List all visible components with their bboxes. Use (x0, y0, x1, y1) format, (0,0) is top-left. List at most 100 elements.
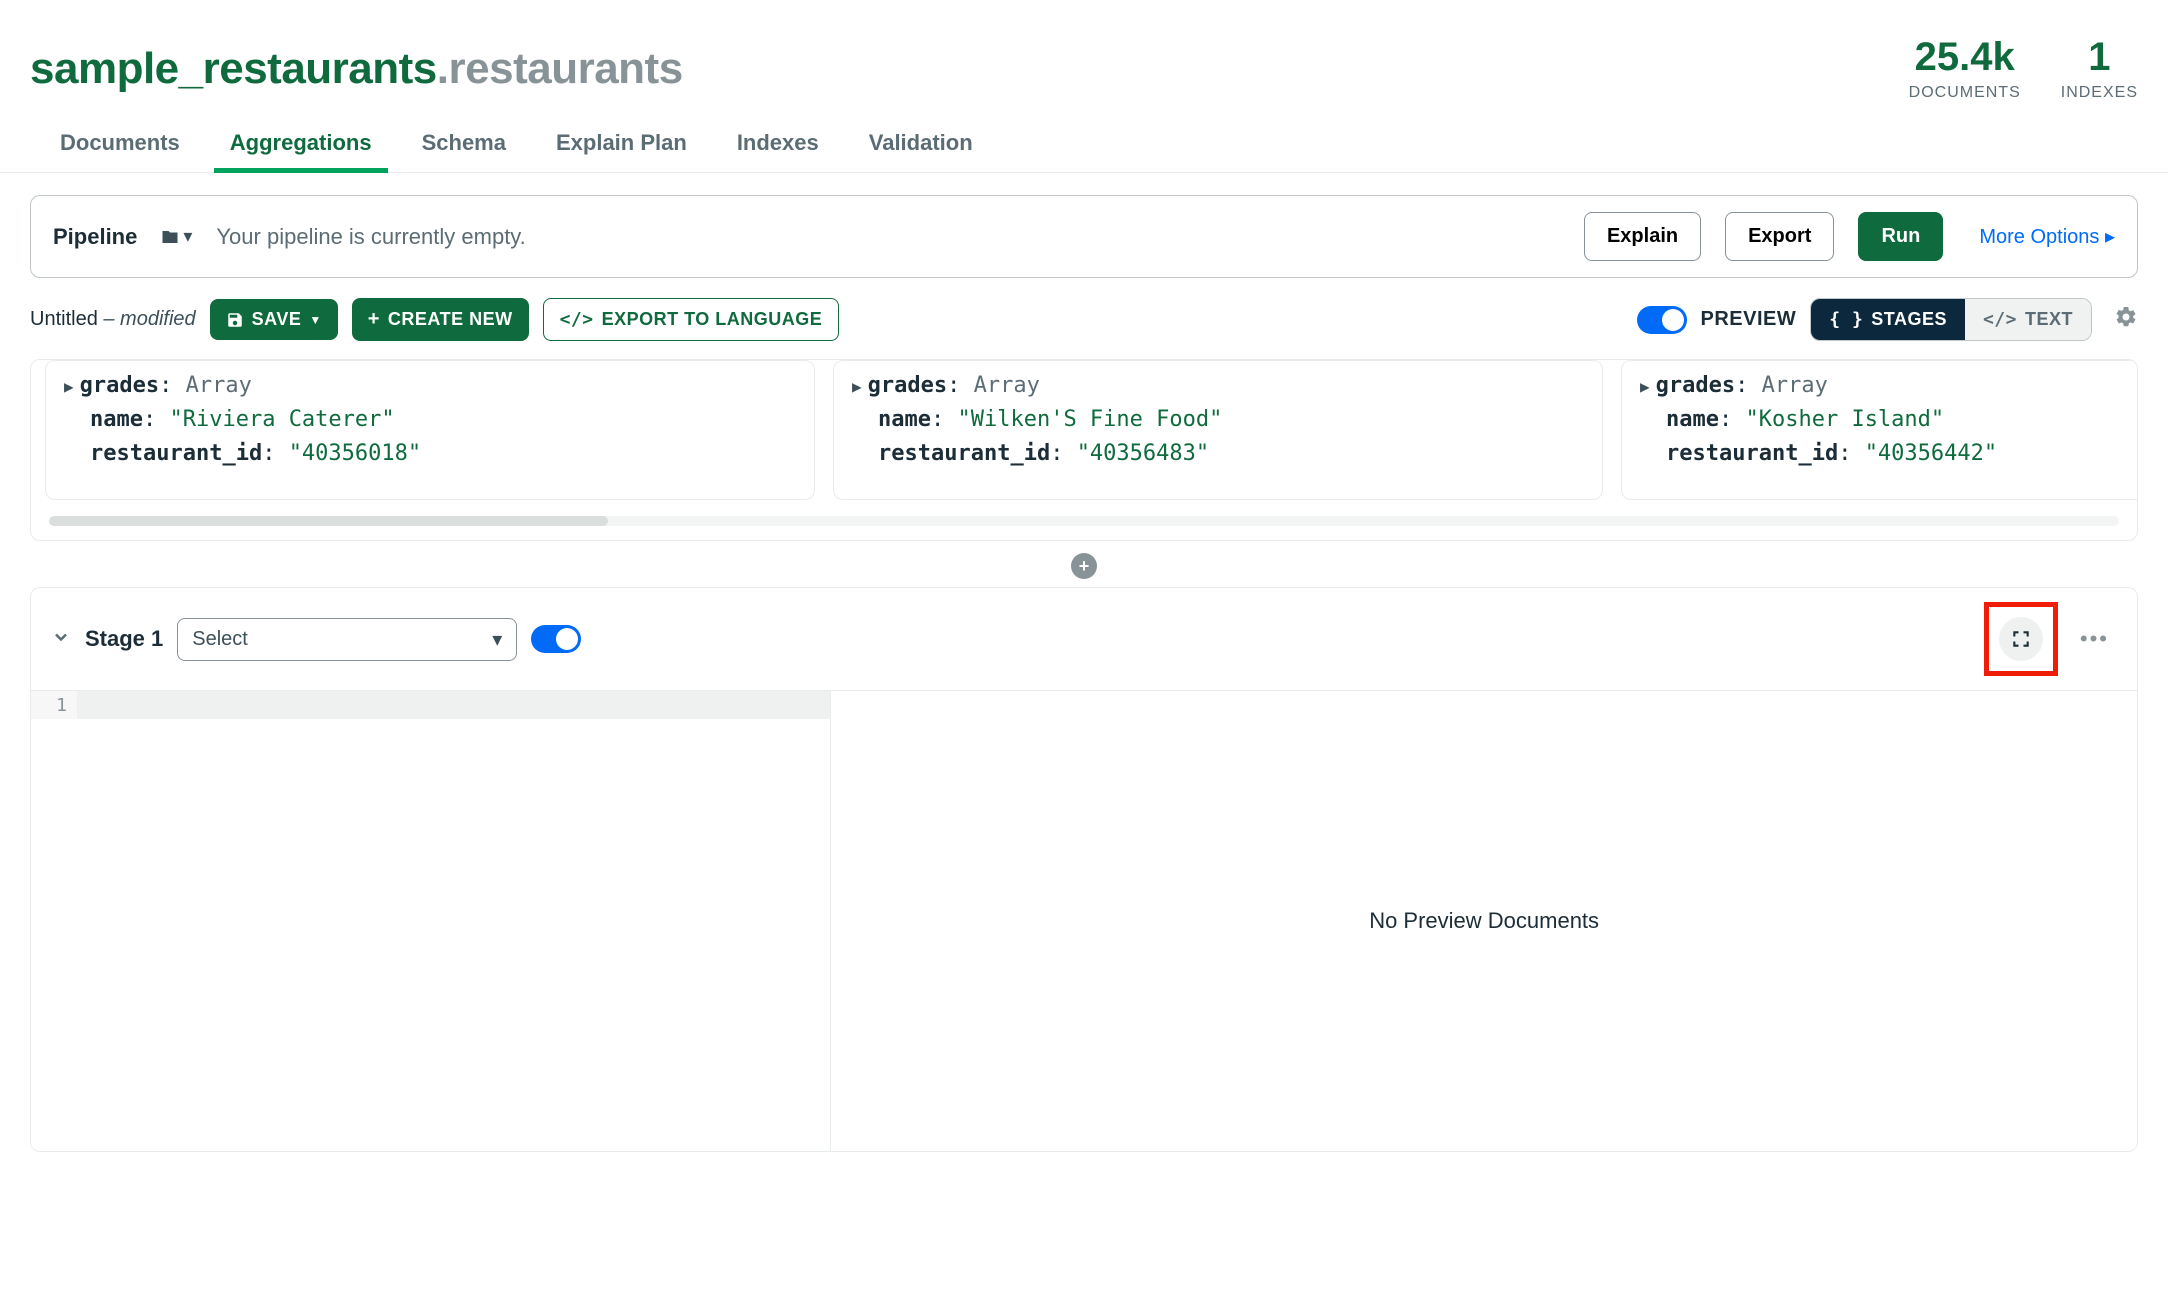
caret-right-icon: ▸ (2105, 226, 2115, 248)
save-label: SAVE (252, 309, 302, 330)
code-icon: </> (1983, 309, 2017, 330)
horizontal-scrollbar[interactable] (49, 516, 2119, 526)
view-mode-text-label: TEXT (2025, 309, 2073, 330)
field-type: Array (186, 373, 252, 398)
expand-icon[interactable]: ▶ (1640, 377, 1650, 396)
preview-cards-row: ▶grades: Array name: "Riviera Caterer" r… (31, 360, 2137, 512)
header: sample_restaurants.restaurants 25.4k DOC… (0, 0, 2168, 102)
stat-documents: 25.4k DOCUMENTS (1909, 35, 2021, 102)
tab-indexes[interactable]: Indexes (737, 130, 819, 172)
field-value: "40356483" (1077, 441, 1209, 466)
code-icon: </> (560, 309, 594, 330)
fullscreen-icon (2011, 629, 2031, 649)
field-key: grades (868, 373, 947, 398)
add-stage-row: + (0, 541, 2168, 587)
save-button[interactable]: SAVE ▼ (210, 299, 338, 340)
preview-doc-card: ▶grades: Array name: "Riviera Caterer" r… (45, 360, 815, 500)
tab-aggregations[interactable]: Aggregations (230, 130, 372, 172)
caret-down-icon: ▾ (492, 627, 502, 652)
pipeline-bar: Pipeline ▾ Your pipeline is currently em… (30, 195, 2138, 278)
field-key: restaurant_id (878, 441, 1050, 466)
plus-icon: + (368, 308, 380, 331)
view-mode-stages[interactable]: { } STAGES (1811, 299, 1965, 340)
stage-enabled-toggle[interactable] (531, 625, 581, 653)
stage-title: Stage 1 (85, 626, 163, 652)
editor-current-line (77, 691, 830, 719)
stage-more-menu[interactable]: ••• (2072, 626, 2117, 652)
field-key: name (1666, 407, 1719, 432)
save-icon (226, 311, 244, 329)
tab-validation[interactable]: Validation (869, 130, 973, 172)
field-value: "Wilken'S Fine Food" (957, 407, 1222, 432)
chevron-down-icon (51, 627, 71, 647)
line-number: 1 (31, 691, 77, 719)
field-key: name (878, 407, 931, 432)
field-key: name (90, 407, 143, 432)
aggregation-toolbar: Untitled – modified SAVE ▼ + CREATE NEW … (0, 278, 2168, 359)
stage-panel: Stage 1 Select ▾ ••• 1 (30, 587, 2138, 1152)
caret-down-icon: ▼ (309, 313, 321, 327)
preview-toggle[interactable] (1637, 306, 1687, 334)
settings-button[interactable] (2114, 305, 2138, 335)
stat-documents-label: DOCUMENTS (1909, 84, 2021, 102)
collection-stats: 25.4k DOCUMENTS 1 INDEXES (1909, 35, 2138, 102)
collection-name: restaurants (449, 44, 683, 93)
namespace-separator: . (437, 44, 449, 93)
stage-preview-pane: No Preview Documents (831, 691, 2137, 1151)
field-value: "Riviera Caterer" (169, 407, 394, 432)
view-mode-text[interactable]: </> TEXT (1965, 299, 2091, 340)
pipeline-name: Untitled – modified (30, 308, 196, 331)
field-type: Array (1762, 373, 1828, 398)
field-type: Array (974, 373, 1040, 398)
preview-doc-card: ▶grades: Array name: "Kosher Island" res… (1621, 360, 2138, 500)
collapse-stage-button[interactable] (51, 627, 71, 652)
expand-stage-button[interactable] (1999, 617, 2043, 661)
field-key: restaurant_id (90, 441, 262, 466)
tab-explain-plan[interactable]: Explain Plan (556, 130, 687, 172)
gear-icon (2114, 305, 2138, 329)
pipeline-label: Pipeline (53, 224, 137, 250)
stat-indexes: 1 INDEXES (2061, 35, 2138, 102)
create-new-label: CREATE NEW (388, 309, 513, 330)
preview-toggle-label: PREVIEW (1701, 308, 1797, 331)
more-options-label: More Options (1979, 226, 2099, 248)
namespace-title: sample_restaurants.restaurants (30, 44, 683, 94)
scrollbar-thumb[interactable] (49, 516, 608, 526)
explain-button[interactable]: Explain (1584, 212, 1701, 261)
view-mode-segmented: { } STAGES </> TEXT (1810, 298, 2092, 341)
view-mode-stages-label: STAGES (1871, 309, 1947, 330)
field-value: "40356018" (289, 441, 421, 466)
expand-icon[interactable]: ▶ (64, 377, 74, 396)
pipeline-modified: – modified (98, 308, 196, 330)
tab-schema[interactable]: Schema (422, 130, 506, 172)
create-new-button[interactable]: + CREATE NEW (352, 298, 529, 341)
preview-doc-card: ▶grades: Array name: "Wilken'S Fine Food… (833, 360, 1603, 500)
stat-indexes-value: 1 (2061, 35, 2138, 80)
pipeline-open-menu[interactable]: ▾ (161, 226, 192, 247)
pipeline-name-text: Untitled (30, 308, 98, 330)
field-value: "40356442" (1865, 441, 1997, 466)
stat-documents-value: 25.4k (1909, 35, 2021, 80)
more-options-link[interactable]: More Options ▸ (1967, 224, 2115, 249)
stat-indexes-label: INDEXES (2061, 84, 2138, 102)
pipeline-empty-text: Your pipeline is currently empty. (216, 224, 525, 250)
stage-header: Stage 1 Select ▾ ••• (31, 588, 2137, 691)
stage-editor[interactable]: 1 (31, 691, 831, 1151)
field-key: grades (80, 373, 159, 398)
preview-documents-panel: ▶grades: Array name: "Riviera Caterer" r… (30, 359, 2138, 541)
folder-icon (161, 228, 179, 246)
braces-icon: { } (1829, 309, 1863, 330)
stage-select-placeholder: Select (192, 628, 248, 651)
tab-documents[interactable]: Documents (60, 130, 180, 172)
expand-icon[interactable]: ▶ (852, 377, 862, 396)
caret-down-icon: ▾ (183, 226, 192, 247)
export-button[interactable]: Export (1725, 212, 1834, 261)
field-key: restaurant_id (1666, 441, 1838, 466)
export-to-language-button[interactable]: </> EXPORT TO LANGUAGE (543, 298, 840, 341)
run-button[interactable]: Run (1858, 212, 1943, 261)
export-to-language-label: EXPORT TO LANGUAGE (602, 309, 823, 330)
stage-operator-select[interactable]: Select ▾ (177, 618, 517, 661)
db-name: sample_restaurants (30, 44, 437, 93)
stage-body: 1 No Preview Documents (31, 691, 2137, 1151)
add-stage-button[interactable]: + (1071, 553, 1097, 579)
